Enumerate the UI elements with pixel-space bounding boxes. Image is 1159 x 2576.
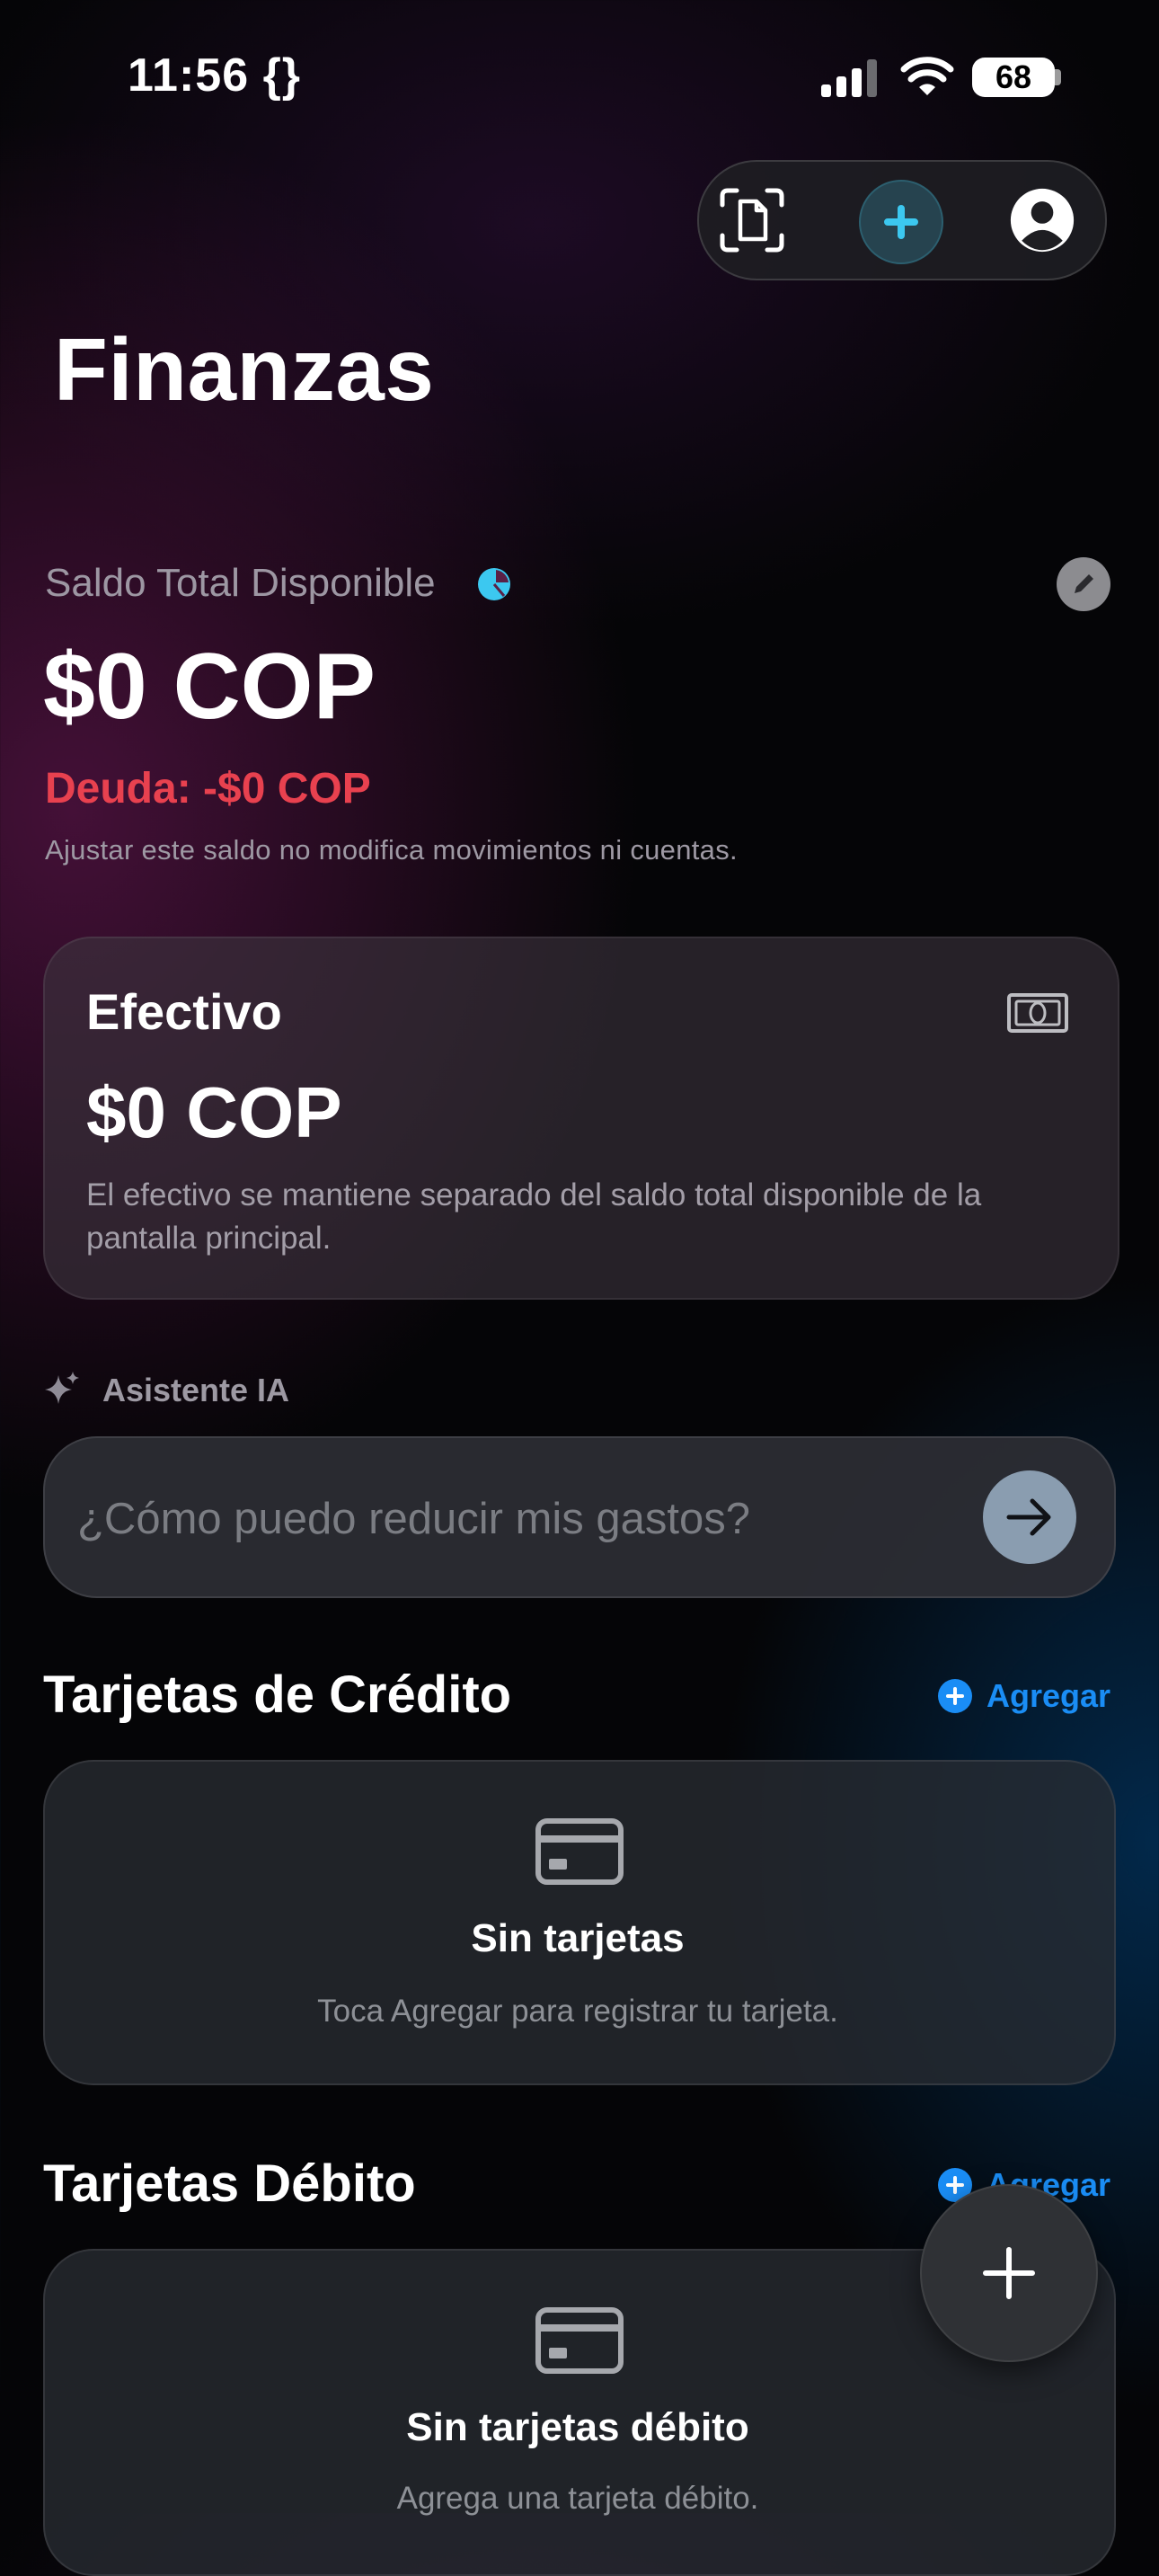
cash-amount: $0 COP bbox=[86, 1072, 342, 1152]
profile-button[interactable] bbox=[1009, 187, 1075, 253]
credit-cards-empty-title: Sin tarjetas bbox=[471, 1916, 685, 1960]
balance-label: Saldo Total Disponible bbox=[45, 561, 436, 605]
debit-cards-empty-title: Sin tarjetas débito bbox=[406, 2405, 749, 2449]
status-time: 11:56 {} bbox=[128, 49, 302, 102]
balance-amount: $0 COP bbox=[43, 635, 376, 739]
document-scan-button[interactable] bbox=[719, 187, 785, 253]
person-icon bbox=[1010, 188, 1075, 253]
cellular-signal-icon bbox=[821, 59, 877, 97]
cash-description: El efectivo se mantiene separado del sal… bbox=[86, 1177, 982, 1256]
credit-card-icon bbox=[535, 1818, 624, 1885]
top-actions-pill bbox=[697, 160, 1107, 280]
add-credit-card-button[interactable]: Agregar bbox=[938, 1677, 1110, 1715]
page-title: Finanzas bbox=[54, 320, 435, 419]
pencil-icon bbox=[1075, 574, 1093, 593]
plus-icon bbox=[884, 205, 918, 239]
balance-note: Ajustar este saldo no modifica movimient… bbox=[45, 834, 738, 866]
quick-add-button[interactable] bbox=[859, 180, 943, 264]
arrow-right-icon bbox=[1006, 1498, 1051, 1536]
wifi-icon bbox=[900, 57, 954, 95]
debit-cards-title: Tarjetas Débito bbox=[43, 2154, 416, 2213]
document-scan-icon bbox=[720, 188, 784, 253]
banknote-icon bbox=[1007, 993, 1068, 1033]
battery-tip bbox=[1055, 69, 1061, 85]
send-button[interactable] bbox=[983, 1470, 1076, 1564]
cash-title: Efectivo bbox=[86, 983, 282, 1040]
assistant-label: Asistente IA bbox=[102, 1372, 290, 1408]
battery-indicator: 68 bbox=[972, 58, 1055, 97]
plus-icon bbox=[983, 2247, 1035, 2299]
floating-add-button[interactable] bbox=[920, 2184, 1098, 2362]
plus-circle-icon bbox=[938, 1679, 972, 1713]
assistant-placeholder[interactable]: ¿Cómo puedo reducir mis gastos? bbox=[77, 1494, 750, 1544]
debit-cards-empty-subtitle: Agrega una tarjeta débito. bbox=[396, 2481, 759, 2516]
add-credit-card-label: Agregar bbox=[986, 1677, 1111, 1714]
credit-cards-title: Tarjetas de Crédito bbox=[43, 1666, 512, 1724]
edit-balance-button[interactable] bbox=[1057, 557, 1110, 611]
debt-amount: Deuda: -$0 COP bbox=[45, 765, 371, 813]
pie-chart-icon[interactable] bbox=[476, 566, 512, 602]
credit-card-icon bbox=[535, 2307, 624, 2374]
sparkle-icon bbox=[45, 1372, 79, 1404]
credit-cards-empty-subtitle: Toca Agregar para registrar tu tarjeta. bbox=[317, 1994, 838, 2029]
